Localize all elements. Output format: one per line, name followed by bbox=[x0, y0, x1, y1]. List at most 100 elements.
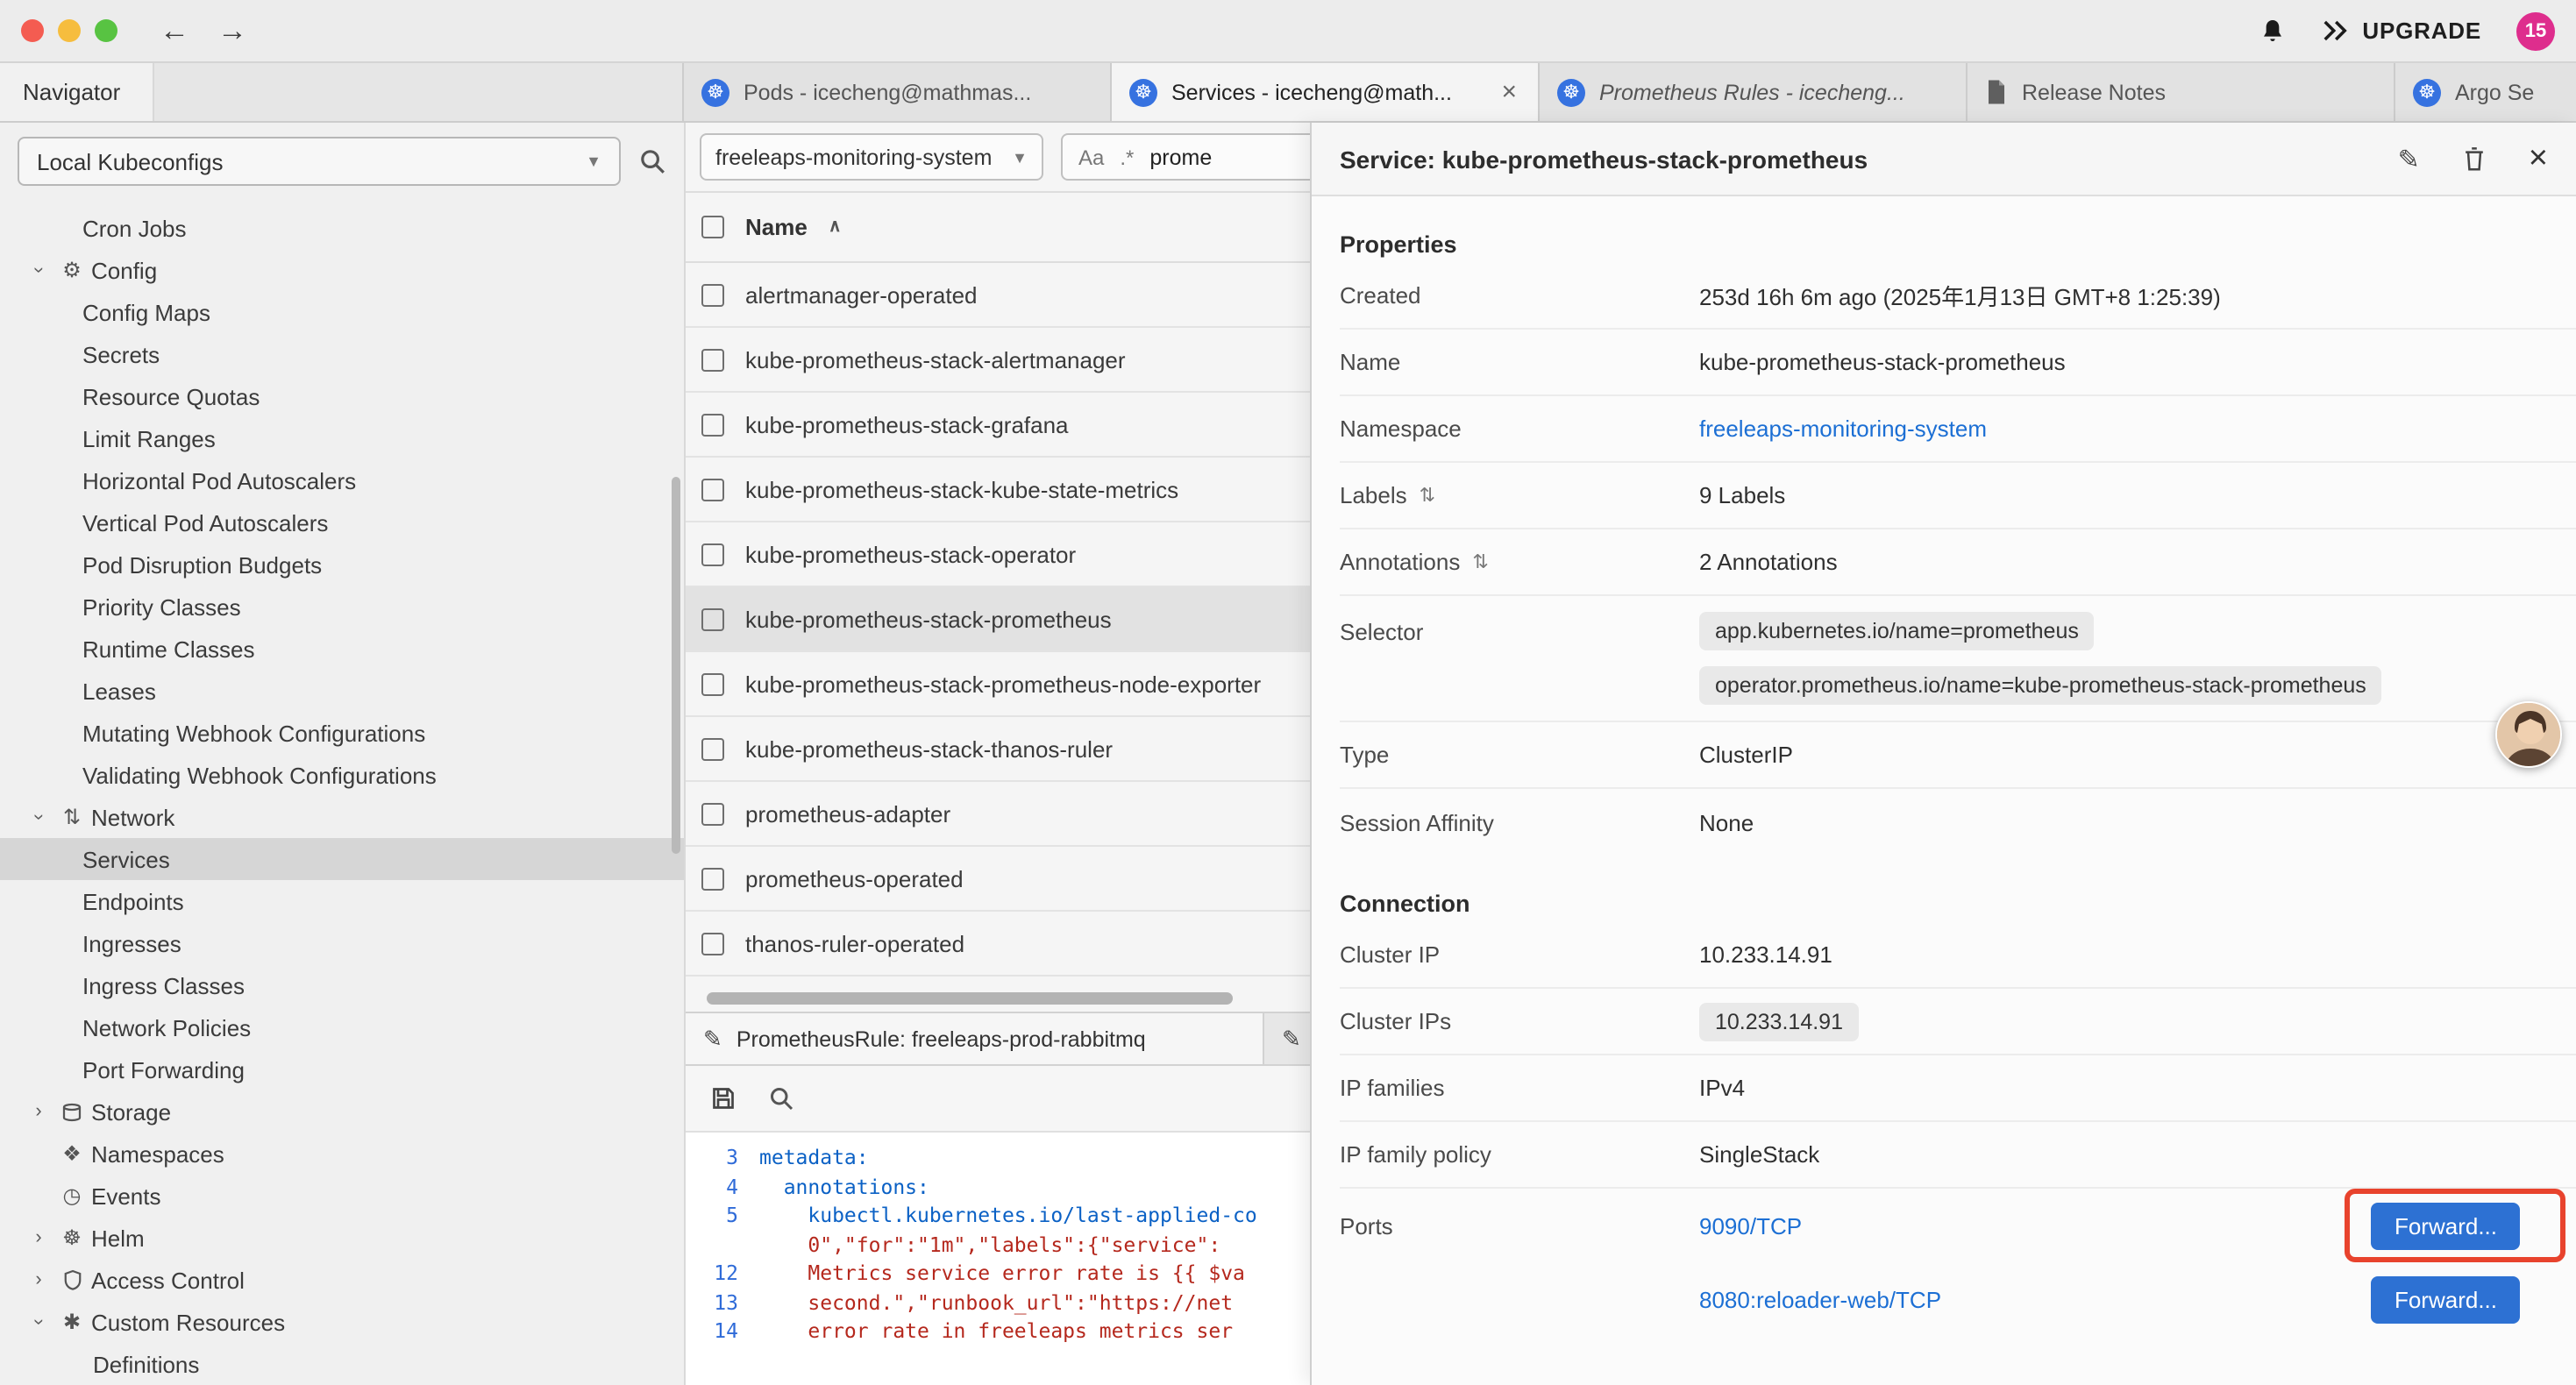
forward-button[interactable]: Forward... bbox=[2372, 1275, 2520, 1323]
field-row-ip-families: IP families IPv4 bbox=[1340, 1055, 2576, 1122]
sidebar-group-storage[interactable]: ›Storage bbox=[0, 1090, 684, 1133]
row-checkbox[interactable] bbox=[701, 867, 724, 890]
row-checkbox[interactable] bbox=[701, 478, 724, 501]
horizontal-scrollbar-thumb[interactable] bbox=[707, 992, 1233, 1005]
row-checkbox[interactable] bbox=[701, 672, 724, 695]
sidebar-item-namespaces[interactable]: ❖Namespaces bbox=[0, 1133, 684, 1175]
sidebar-group-custom-resources[interactable]: ›✱Custom Resources bbox=[0, 1301, 684, 1343]
row-checkbox[interactable] bbox=[701, 607, 724, 630]
tab-pods[interactable]: ☸ Pods - icecheng@mathmas... bbox=[684, 63, 1112, 121]
back-button[interactable]: ← bbox=[160, 13, 189, 48]
editor-tab-next-partial[interactable]: ✎ bbox=[1264, 1013, 1310, 1064]
field-row-selector: Selector app.kubernetes.io/name=promethe… bbox=[1340, 596, 2576, 722]
sidebar-item-definitions[interactable]: Definitions bbox=[0, 1343, 684, 1385]
name-column-header[interactable]: Name bbox=[745, 214, 808, 240]
code-line: 4 annotations: bbox=[686, 1172, 1310, 1201]
sidebar-item-priority-classes[interactable]: Priority Classes bbox=[0, 586, 684, 628]
forward-button[interactable]: Forward... bbox=[2372, 1202, 2520, 1249]
close-drawer-icon[interactable]: × bbox=[2529, 142, 2548, 175]
row-checkbox[interactable] bbox=[701, 802, 724, 825]
namespace-filter-dropdown[interactable]: freeleaps-monitoring-system ▼ bbox=[700, 133, 1043, 181]
row-checkbox[interactable] bbox=[701, 932, 724, 955]
table-row[interactable]: kube-prometheus-stack-grafana bbox=[686, 393, 1310, 458]
zoom-window-button[interactable] bbox=[95, 19, 117, 42]
table-row[interactable]: kube-prometheus-stack-operator bbox=[686, 522, 1310, 587]
minimize-window-button[interactable] bbox=[58, 19, 81, 42]
regex-toggle[interactable]: .* bbox=[1120, 145, 1134, 169]
sidebar-item-mutating-webhook-configurations[interactable]: Mutating Webhook Configurations bbox=[0, 712, 684, 754]
user-avatar[interactable] bbox=[2495, 701, 2562, 768]
notifications-bell-icon[interactable] bbox=[2259, 16, 2287, 46]
sidebar-group-network[interactable]: ›⇅Network bbox=[0, 796, 684, 838]
forward-button[interactable]: → bbox=[217, 13, 247, 48]
sidebar-group-access-control[interactable]: ›Access Control bbox=[0, 1259, 684, 1301]
drawer-body: Properties Created 253d 16h 6m ago (2025… bbox=[1312, 224, 2576, 1336]
row-checkbox[interactable] bbox=[701, 737, 724, 760]
sidebar-item-leases[interactable]: Leases bbox=[0, 670, 684, 712]
access-control-shield-icon bbox=[53, 1268, 91, 1291]
row-checkbox[interactable] bbox=[701, 283, 724, 306]
kubeconfig-selector[interactable]: Local Kubeconfigs ▼ bbox=[18, 137, 621, 186]
sidebar-item-ingresses[interactable]: Ingresses bbox=[0, 922, 684, 964]
sidebar-item-services[interactable]: Services bbox=[0, 838, 684, 880]
sidebar-item-secrets[interactable]: Secrets bbox=[0, 333, 684, 375]
port-link[interactable]: 9090/TCP bbox=[1699, 1212, 1802, 1239]
table-row[interactable]: kube-prometheus-stack-kube-state-metrics bbox=[686, 458, 1310, 522]
tab-services[interactable]: ☸ Services - icecheng@math... × bbox=[1112, 63, 1540, 121]
sidebar-item-port-forwarding[interactable]: Port Forwarding bbox=[0, 1048, 684, 1090]
yaml-editor[interactable]: 3metadata: 4 annotations: 5 kubectl.kube… bbox=[686, 1133, 1310, 1385]
editor-tab-prometheusrule[interactable]: ✎ PrometheusRule: freeleaps-prod-rabbitm… bbox=[686, 1013, 1264, 1064]
row-checkbox[interactable] bbox=[701, 543, 724, 565]
close-window-button[interactable] bbox=[21, 19, 44, 42]
sidebar-item-endpoints[interactable]: Endpoints bbox=[0, 880, 684, 922]
navigator-sidebar: Local Kubeconfigs ▼ Cron Jobs ›⚙Config C… bbox=[0, 123, 684, 1385]
select-all-checkbox[interactable] bbox=[701, 216, 724, 238]
sidebar-item-validating-webhook-configurations[interactable]: Validating Webhook Configurations bbox=[0, 754, 684, 796]
sidebar-item-horizontal-pod-autoscalers[interactable]: Horizontal Pod Autoscalers bbox=[0, 459, 684, 501]
row-checkbox[interactable] bbox=[701, 413, 724, 436]
editor-search-icon[interactable] bbox=[768, 1085, 794, 1112]
expand-annotations-icon[interactable]: ⇅ bbox=[1472, 550, 1488, 573]
list-search-input[interactable]: Aa .* prome bbox=[1061, 133, 1310, 181]
tab-release-notes[interactable]: Release Notes bbox=[1968, 63, 2395, 121]
table-row[interactable]: thanos-ruler-operated bbox=[686, 912, 1310, 977]
sidebar-item-cron-jobs[interactable]: Cron Jobs bbox=[0, 207, 684, 249]
sort-ascending-icon[interactable]: ∧ bbox=[829, 217, 842, 237]
close-tab-icon[interactable]: × bbox=[1498, 77, 1520, 107]
match-case-toggle[interactable]: Aa bbox=[1078, 145, 1104, 169]
sidebar-item-runtime-classes[interactable]: Runtime Classes bbox=[0, 628, 684, 670]
edit-pencil-icon[interactable]: ✎ bbox=[2398, 143, 2420, 174]
tab-argo[interactable]: ☸ Argo Se bbox=[2395, 63, 2576, 121]
namespace-link[interactable]: freeleaps-monitoring-system bbox=[1699, 416, 1987, 442]
table-row[interactable]: kube-prometheus-stack-prometheus-node-ex… bbox=[686, 652, 1310, 717]
table-row[interactable]: kube-prometheus-stack-thanos-ruler bbox=[686, 717, 1310, 782]
sidebar-group-helm[interactable]: ›☸Helm bbox=[0, 1217, 684, 1259]
table-row-selected[interactable]: kube-prometheus-stack-prometheus bbox=[686, 587, 1310, 652]
row-checkbox[interactable] bbox=[701, 348, 724, 371]
table-row[interactable]: prometheus-adapter bbox=[686, 782, 1310, 847]
sidebar-item-limit-ranges[interactable]: Limit Ranges bbox=[0, 417, 684, 459]
sidebar-item-resource-quotas[interactable]: Resource Quotas bbox=[0, 375, 684, 417]
table-row[interactable]: alertmanager-operated bbox=[686, 263, 1310, 328]
navigator-panel-header[interactable]: Navigator bbox=[0, 63, 154, 121]
sidebar-item-ingress-classes[interactable]: Ingress Classes bbox=[0, 964, 684, 1006]
sidebar-item-events[interactable]: ◷Events bbox=[0, 1175, 684, 1217]
table-row[interactable]: kube-prometheus-stack-alertmanager bbox=[686, 328, 1310, 393]
save-icon[interactable] bbox=[710, 1085, 737, 1112]
sidebar-item-config-maps[interactable]: Config Maps bbox=[0, 291, 684, 333]
expand-labels-icon[interactable]: ⇅ bbox=[1420, 484, 1435, 507]
table-row[interactable]: prometheus-operated bbox=[686, 847, 1310, 912]
delete-trash-icon[interactable] bbox=[2462, 145, 2487, 173]
tab-prometheus-rules[interactable]: ☸ Prometheus Rules - icecheng... bbox=[1540, 63, 1968, 121]
sidebar-group-config[interactable]: ›⚙Config bbox=[0, 249, 684, 291]
upgrade-button[interactable]: UPGRADE bbox=[2322, 18, 2481, 44]
sidebar-item-pod-disruption-budgets[interactable]: Pod Disruption Budgets bbox=[0, 543, 684, 586]
kubernetes-icon: ☸ bbox=[1557, 78, 1585, 106]
notification-count-badge[interactable]: 15 bbox=[2516, 11, 2555, 50]
history-navigation: ← → bbox=[160, 13, 247, 48]
sidebar-search-icon[interactable] bbox=[638, 147, 666, 175]
sidebar-item-network-policies[interactable]: Network Policies bbox=[0, 1006, 684, 1048]
sidebar-item-vertical-pod-autoscalers[interactable]: Vertical Pod Autoscalers bbox=[0, 501, 684, 543]
sidebar-scrollbar[interactable] bbox=[672, 477, 680, 854]
port-link[interactable]: 8080:reloader-web/TCP bbox=[1699, 1286, 1941, 1312]
